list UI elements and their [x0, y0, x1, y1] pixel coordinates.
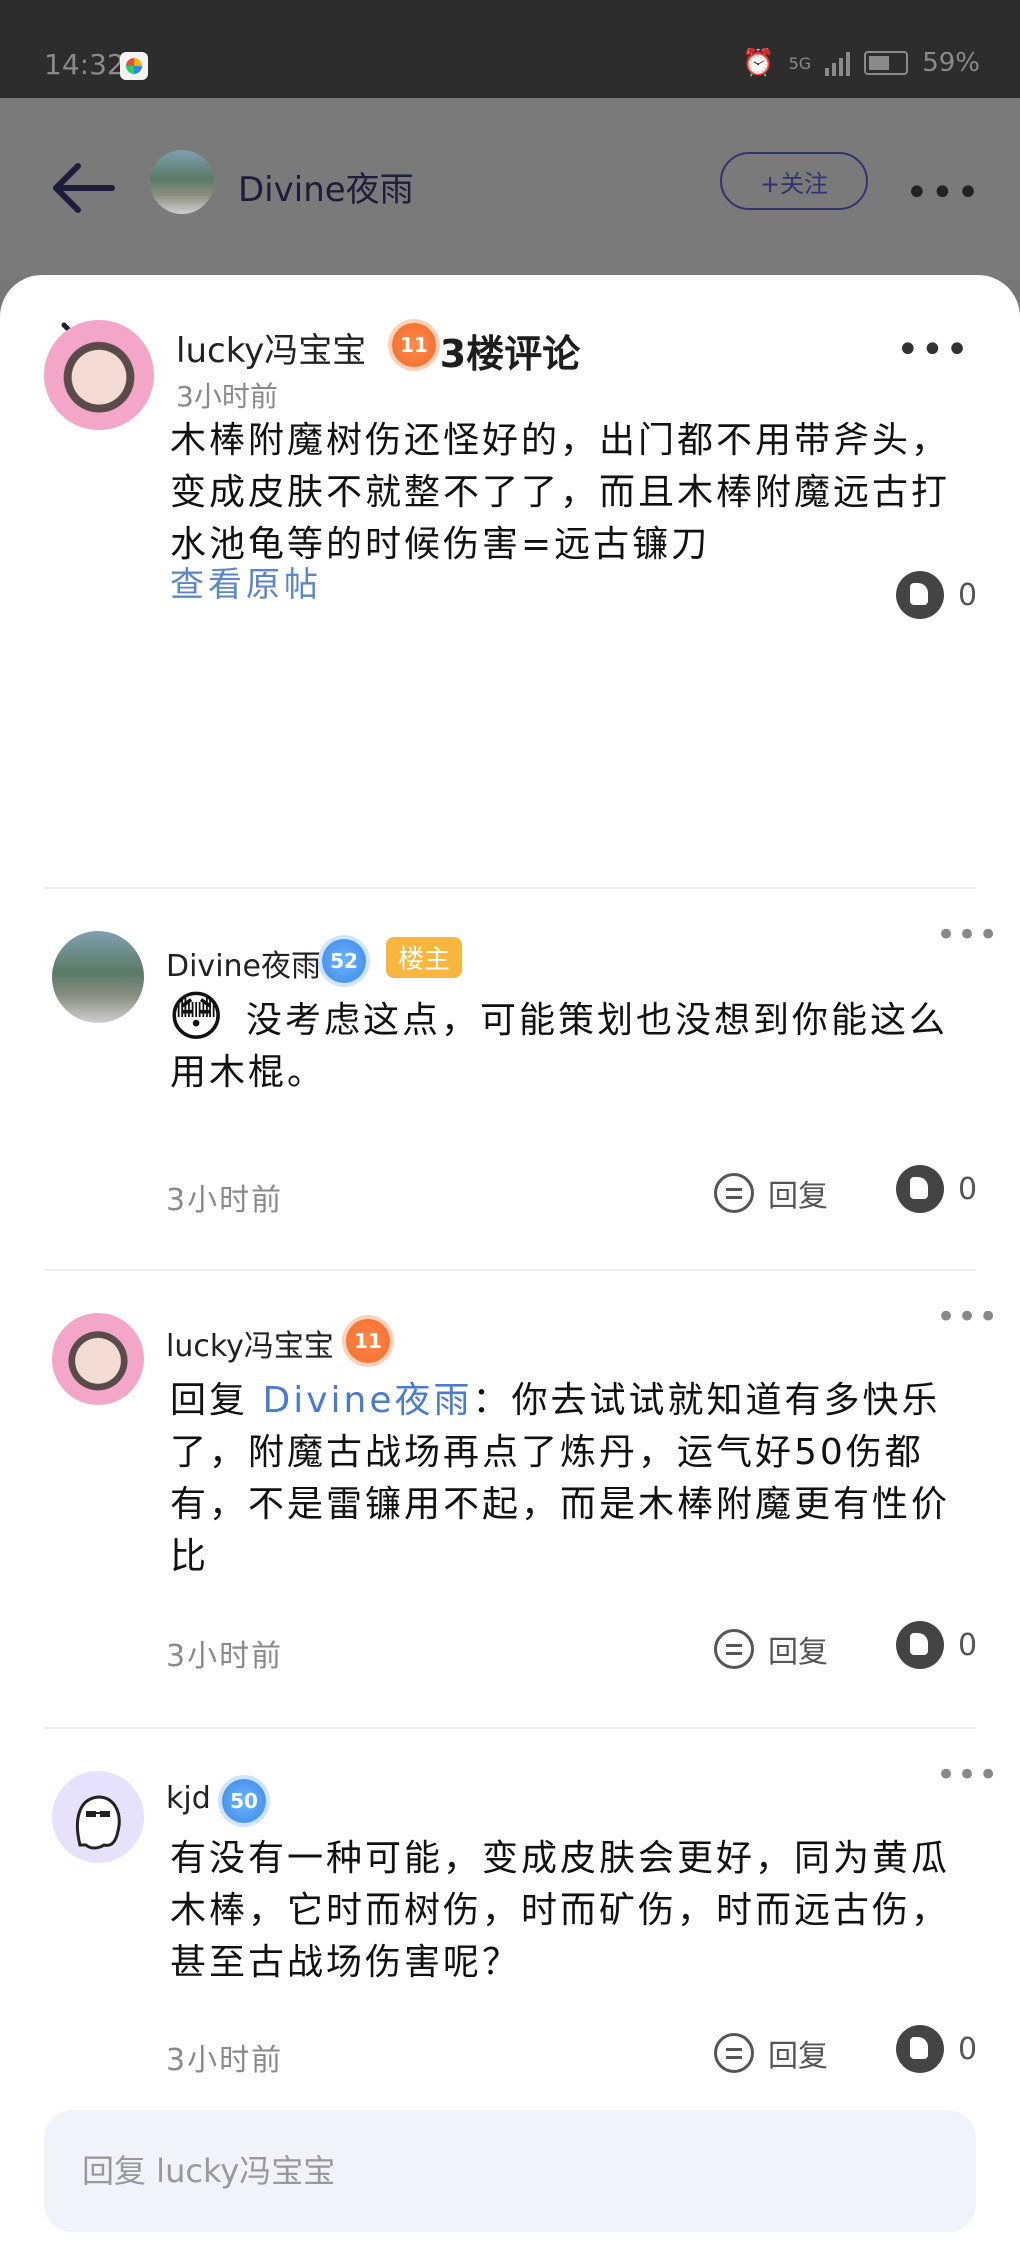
like-button[interactable]: 0: [896, 1621, 977, 1669]
reply-username[interactable]: Divine夜雨: [166, 941, 321, 985]
main-comment-username[interactable]: lucky冯宝宝: [176, 323, 366, 372]
reply-text: 回复 Divine夜雨：你去试试就知道有多快乐了，附魔古战场再点了炼丹，运气好5…: [170, 1375, 976, 1583]
reply-button-label: 回复: [768, 1635, 828, 1670]
follow-button[interactable]: +关注: [720, 152, 868, 210]
status-bar: 14:32 ⏰ 5G 59%: [0, 0, 1020, 98]
reply-prefix: 回复: [170, 1380, 249, 1421]
like-count: 0: [958, 2031, 978, 2067]
ghost-avatar-icon: [76, 1795, 121, 1850]
comment-icon: [714, 1173, 754, 1213]
reply-text: 有没有一种可能，变成皮肤会更好，同为黄瓜木棒，它时而树伤，时而矿伤，时而远古伤，…: [170, 1838, 951, 1983]
header-author-name[interactable]: Divine夜雨: [238, 162, 414, 211]
battery-level: 59%: [922, 48, 980, 78]
reply-input[interactable]: [80, 2140, 944, 2202]
comment-icon: [714, 2033, 754, 2073]
reply-button[interactable]: 回复: [714, 2031, 828, 2075]
thumbs-up-icon: [896, 2025, 944, 2073]
divider: [44, 1269, 976, 1271]
reply-time: 3小时前: [166, 1639, 284, 1674]
divider: [44, 887, 976, 889]
like-count: 0: [958, 577, 978, 613]
like-count: 0: [958, 1171, 978, 1207]
app-notification-icon: [120, 52, 148, 80]
reply-more-icon[interactable]: •••: [936, 1297, 999, 1337]
divider: [44, 1727, 976, 1729]
main-like-button[interactable]: 0: [896, 571, 977, 619]
status-indicators: ⏰ 5G 59%: [742, 48, 980, 78]
reply-more-icon[interactable]: •••: [936, 915, 999, 955]
alarm-icon: ⏰: [742, 48, 775, 78]
like-button[interactable]: 0: [896, 2025, 977, 2073]
view-original-link[interactable]: 查看原帖: [170, 557, 322, 606]
comment-sheet: 3楼评论 ••• lucky冯宝宝 11 3小时前 木棒附魔树伤还怪好的，出门都…: [0, 275, 1020, 2254]
header-author-avatar[interactable]: [150, 150, 214, 214]
reply-button-label: 回复: [768, 2039, 828, 2074]
level-badge: 11: [392, 323, 436, 367]
signal-icon: [825, 50, 851, 76]
reply-avatar[interactable]: [52, 1313, 144, 1405]
reply-avatar[interactable]: [52, 1771, 144, 1863]
thumbs-up-icon: [896, 1621, 944, 1669]
level-badge: 11: [346, 1319, 390, 1363]
reply-avatar[interactable]: [52, 931, 144, 1023]
reply-button-label: 回复: [768, 1179, 828, 1214]
main-comment-text: 木棒附魔树伤还怪好的，出门都不用带斧头，变成皮肤不就整不了了，而且木棒附魔远古打…: [170, 420, 951, 565]
main-comment-time: 3小时前: [176, 380, 278, 413]
reply-more-icon[interactable]: •••: [936, 1755, 999, 1795]
status-time: 14:32: [44, 48, 125, 81]
level-badge: 52: [322, 939, 366, 983]
reply-time: 3小时前: [166, 1183, 284, 1218]
reply-button[interactable]: 回复: [714, 1627, 828, 1671]
like-count: 0: [958, 1627, 978, 1663]
sheet-more-icon[interactable]: •••: [896, 327, 970, 373]
thumbs-up-icon: [896, 1165, 944, 1213]
reply-to-user-link[interactable]: Divine夜雨: [262, 1380, 472, 1421]
reply-time: 3小时前: [166, 2043, 284, 2078]
main-comment-avatar[interactable]: [44, 320, 154, 430]
battery-icon: [864, 51, 909, 75]
network-type: 5G: [788, 53, 812, 73]
reply-username[interactable]: lucky冯宝宝: [166, 1321, 334, 1365]
back-arrow-icon[interactable]: [48, 158, 118, 218]
reply-text: 没考虑这点，可能策划也没想到你能这么用木棍。: [170, 1000, 949, 1093]
header-more-icon[interactable]: •••: [905, 170, 982, 216]
comment-icon: [714, 1629, 754, 1669]
level-badge: 50: [222, 1779, 266, 1823]
thumbs-up-icon: [896, 571, 944, 619]
like-button[interactable]: 0: [896, 1165, 977, 1213]
reply-input-box[interactable]: [44, 2110, 976, 2232]
host-badge: 楼主: [386, 937, 463, 978]
reply-username[interactable]: kjd: [166, 1781, 211, 1816]
reply-button[interactable]: 回复: [714, 1171, 828, 1215]
